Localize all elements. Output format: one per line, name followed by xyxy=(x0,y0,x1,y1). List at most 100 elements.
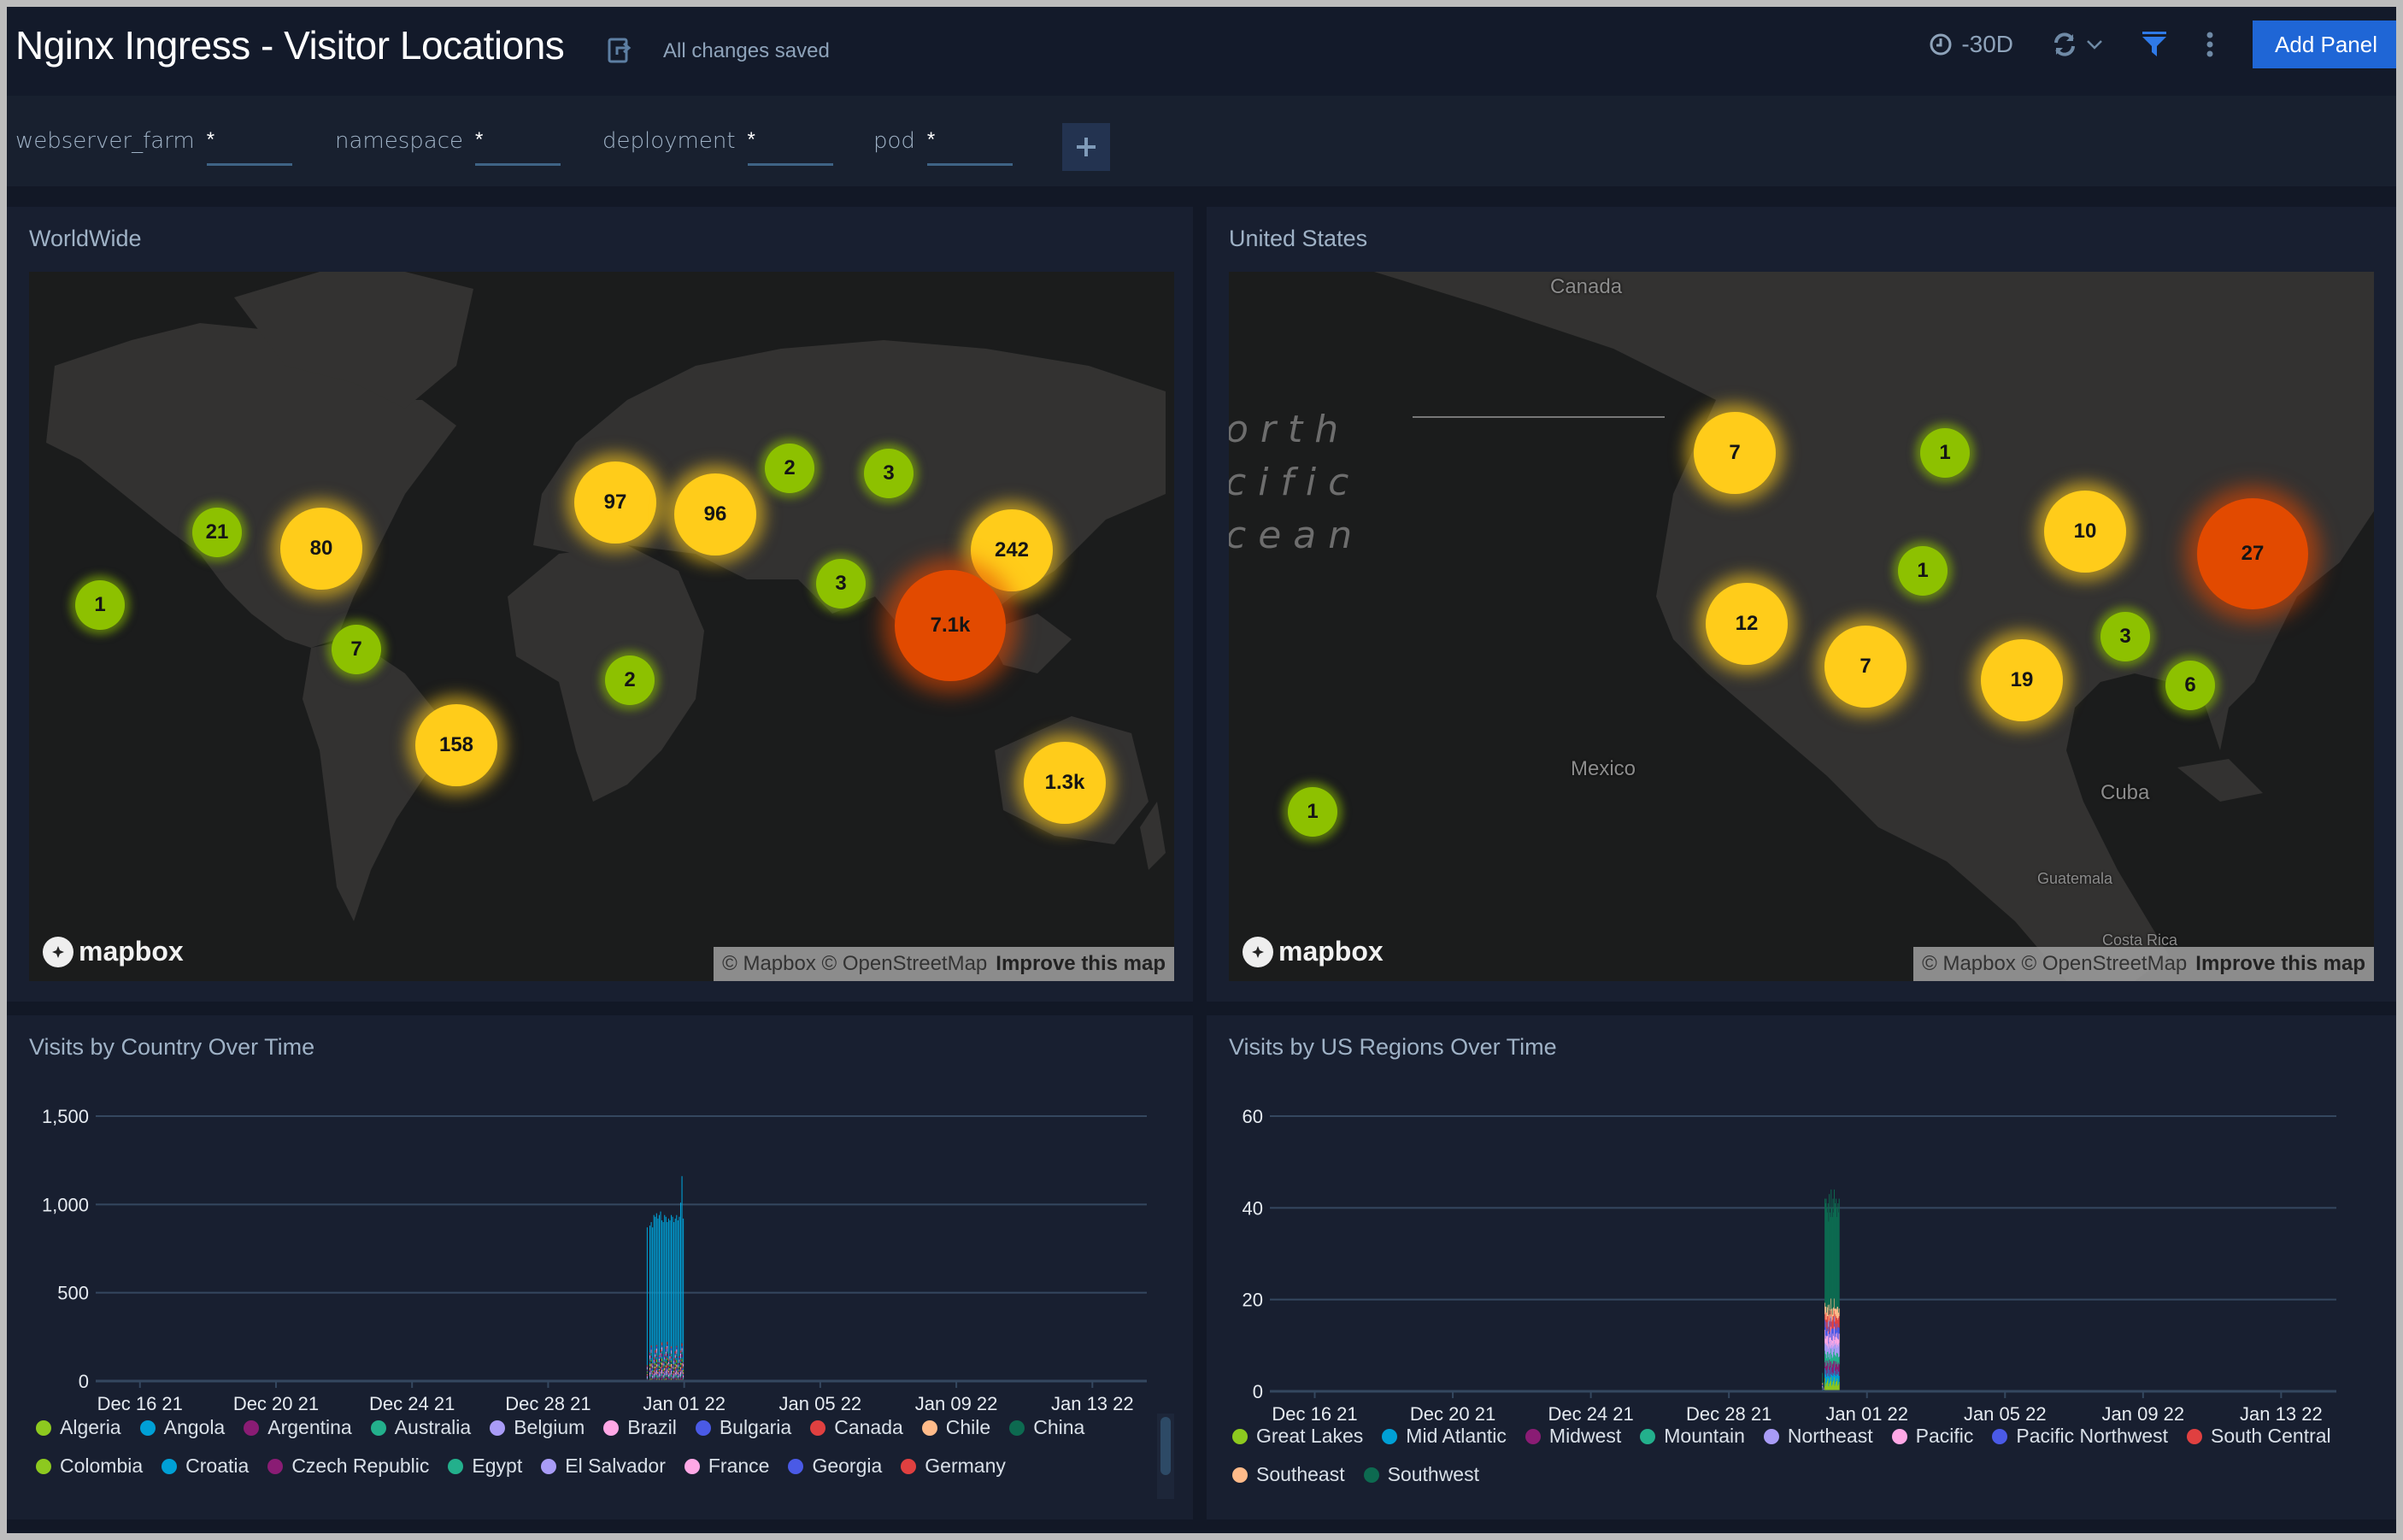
bar-segment xyxy=(661,1365,663,1368)
legend-item[interactable]: Southeast xyxy=(1232,1455,1345,1494)
legend-item[interactable]: Argentina xyxy=(244,1408,352,1447)
legend-item[interactable]: Colombia xyxy=(36,1447,143,1485)
legend-item[interactable]: Great Lakes xyxy=(1232,1417,1363,1455)
bar-segment xyxy=(681,1350,683,1352)
bar-segment xyxy=(662,1377,664,1378)
bar-segment xyxy=(662,1367,664,1370)
bar-segment xyxy=(674,1372,676,1375)
bar-segment xyxy=(671,1371,673,1372)
add-filter-button[interactable] xyxy=(1062,123,1110,171)
us-map[interactable]: Canada Mexico Cuba Guatemala Costa Rica … xyxy=(1229,272,2374,981)
legend-item[interactable]: Georgia xyxy=(788,1447,882,1485)
legend-label: Colombia xyxy=(60,1455,144,1477)
mapbox-logo[interactable]: mapbox xyxy=(1243,936,1384,967)
time-range-button[interactable]: -30D xyxy=(1929,31,2013,58)
legend-item[interactable]: France xyxy=(684,1447,769,1485)
country-chart-legend: Algeria Angola Argentina Australia Belgium Br… xyxy=(36,1408,1147,1485)
legend-item[interactable]: Czech Republic xyxy=(267,1447,429,1485)
legend-item[interactable]: Mid Atlantic xyxy=(1382,1417,1507,1455)
map-cluster[interactable]: 97 xyxy=(574,461,656,544)
bar-segment xyxy=(677,1364,679,1366)
legend-item[interactable]: Algeria xyxy=(36,1408,121,1447)
add-panel-button[interactable]: Add Panel xyxy=(2253,21,2396,68)
bar-segment xyxy=(1838,1343,1840,1357)
bar-segment xyxy=(679,1376,682,1378)
map-cluster[interactable]: 10 xyxy=(2044,491,2126,573)
bar-segment xyxy=(671,1346,673,1349)
improve-map-link[interactable]: Improve this map xyxy=(996,952,1166,976)
map-cluster[interactable]: 96 xyxy=(674,473,756,555)
map-cluster[interactable]: 80 xyxy=(280,508,362,590)
bar-segment xyxy=(652,1368,654,1370)
map-cluster[interactable]: 7.1k xyxy=(895,570,1006,681)
bar-segment xyxy=(661,1361,663,1363)
legend-item[interactable]: Bulgaria xyxy=(695,1408,791,1447)
bar-segment xyxy=(661,1372,663,1374)
improve-map-link[interactable]: Improve this map xyxy=(2195,952,2365,976)
map-cluster[interactable]: 7 xyxy=(332,625,381,674)
legend-item[interactable]: El Salvador xyxy=(541,1447,666,1485)
map-cluster[interactable]: 7 xyxy=(1694,412,1776,494)
bar-segment xyxy=(657,1376,659,1378)
map-cluster[interactable]: 1 xyxy=(1898,546,1948,596)
legend-item[interactable]: Egypt xyxy=(448,1447,522,1485)
chevron-down-icon[interactable] xyxy=(2085,35,2104,54)
filter-button[interactable] xyxy=(2142,31,2167,58)
map-cluster[interactable]: 2 xyxy=(765,444,814,493)
map-cluster[interactable]: 1 xyxy=(75,580,125,630)
legend-item[interactable]: Canada xyxy=(810,1408,903,1447)
legend-scrollbar[interactable] xyxy=(1157,1414,1174,1499)
legend-item[interactable]: Pacific Northwest xyxy=(1992,1417,2168,1455)
map-cluster[interactable]: 19 xyxy=(1981,639,2063,721)
share-icon[interactable] xyxy=(607,36,634,63)
map-cluster[interactable]: 7 xyxy=(1824,626,1907,708)
legend-item[interactable]: Angola xyxy=(139,1408,225,1447)
bar-segment xyxy=(673,1368,675,1371)
legend-item[interactable]: Midwest xyxy=(1525,1417,1621,1455)
refresh-button[interactable] xyxy=(2051,31,2104,58)
legend-item[interactable]: Belgium xyxy=(490,1408,585,1447)
map-cluster[interactable]: 3 xyxy=(816,559,866,608)
bar-segment xyxy=(664,1367,666,1371)
bar-segment xyxy=(665,1356,667,1359)
legend-item[interactable]: China xyxy=(1009,1408,1084,1447)
map-cluster[interactable]: 3 xyxy=(864,449,914,498)
map-cluster[interactable]: 2 xyxy=(605,655,655,705)
map-cluster[interactable]: 21 xyxy=(192,508,242,557)
mapbox-logo[interactable]: mapbox xyxy=(43,936,184,967)
legend-swatch xyxy=(684,1458,700,1474)
filter-input[interactable]: * xyxy=(747,128,833,166)
bar-segment xyxy=(671,1350,673,1352)
bar-segment xyxy=(665,1358,667,1362)
map-cluster[interactable]: 3 xyxy=(2100,612,2150,661)
filter-input[interactable]: * xyxy=(206,128,292,166)
map-cluster[interactable]: 1 xyxy=(1920,428,1970,478)
legend-label: Brazil xyxy=(627,1416,677,1438)
map-cluster[interactable]: 242 xyxy=(971,509,1053,591)
more-options-button[interactable] xyxy=(2205,31,2215,58)
bar-segment xyxy=(658,1377,660,1379)
map-cluster[interactable]: 6 xyxy=(2165,661,2215,710)
worldwide-map[interactable]: 1 21 80 7 158 97 96 2 3 3 2 242 7.1k 1.3… xyxy=(29,272,1174,981)
legend-item[interactable]: Chile xyxy=(921,1408,990,1447)
map-cluster[interactable]: 27 xyxy=(2197,498,2308,609)
legend-item[interactable]: Mountain xyxy=(1640,1417,1745,1455)
legend-scrollbar-thumb[interactable] xyxy=(1160,1417,1171,1475)
bar-segment xyxy=(649,1371,651,1373)
map-cluster[interactable]: 1 xyxy=(1288,787,1337,837)
legend-item[interactable]: Northeast xyxy=(1763,1417,1873,1455)
legend-item[interactable]: South Central xyxy=(2187,1417,2331,1455)
legend-item[interactable]: Brazil xyxy=(603,1408,677,1447)
bar-segment xyxy=(653,1214,655,1358)
filter-input[interactable]: * xyxy=(926,128,1013,166)
filter-input[interactable]: * xyxy=(475,128,561,166)
map-cluster[interactable]: 158 xyxy=(415,704,497,786)
legend-item[interactable]: Pacific xyxy=(1891,1417,1973,1455)
legend-item[interactable]: Australia xyxy=(370,1408,471,1447)
bar-segment xyxy=(674,1366,676,1367)
legend-item[interactable]: Southwest xyxy=(1363,1455,1479,1494)
legend-item[interactable]: Croatia xyxy=(162,1447,249,1485)
legend-item[interactable]: Germany xyxy=(901,1447,1006,1485)
map-cluster[interactable]: 12 xyxy=(1706,583,1788,665)
map-cluster[interactable]: 1.3k xyxy=(1024,742,1106,824)
